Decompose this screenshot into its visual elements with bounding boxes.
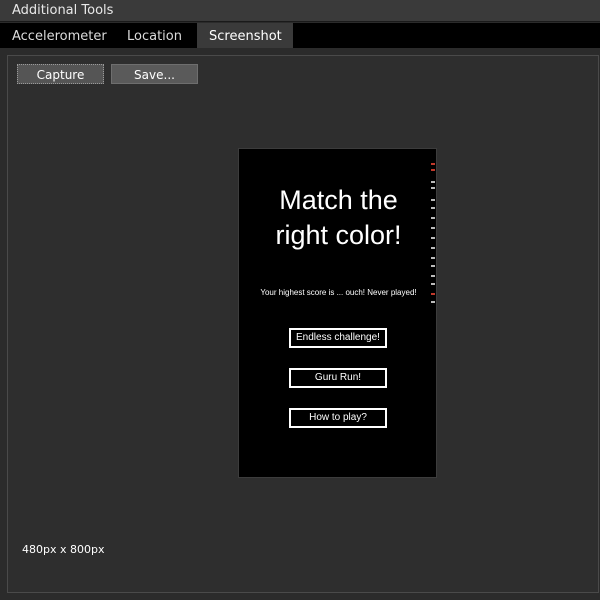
how-to-play-button: How to play?: [289, 408, 387, 428]
resolution-label: 480px x 800px: [22, 543, 105, 556]
app-title-line-1: Match the: [279, 185, 398, 215]
app-title: Match the right color!: [239, 183, 438, 253]
app-title-line-2: right color!: [275, 220, 402, 250]
side-marker-strip: [429, 161, 436, 311]
window-title: Additional Tools: [0, 0, 600, 22]
save-button[interactable]: Save...: [111, 64, 198, 84]
tab-screenshot[interactable]: Screenshot: [197, 23, 293, 48]
screenshot-preview: Match the right color! Your highest scor…: [238, 148, 437, 478]
tab-accelerometer[interactable]: Accelerometer: [0, 23, 119, 48]
tab-bar: Accelerometer Location Screenshot: [0, 23, 600, 48]
highest-score-text: Your highest score is ... ouch! Never pl…: [260, 288, 417, 297]
tab-location[interactable]: Location: [115, 23, 194, 48]
screenshot-panel: Capture Save... Match the right color! Y…: [7, 55, 599, 593]
guru-run-button: Guru Run!: [289, 368, 387, 388]
endless-challenge-button: Endless challenge!: [289, 328, 387, 348]
capture-button[interactable]: Capture: [17, 64, 104, 84]
